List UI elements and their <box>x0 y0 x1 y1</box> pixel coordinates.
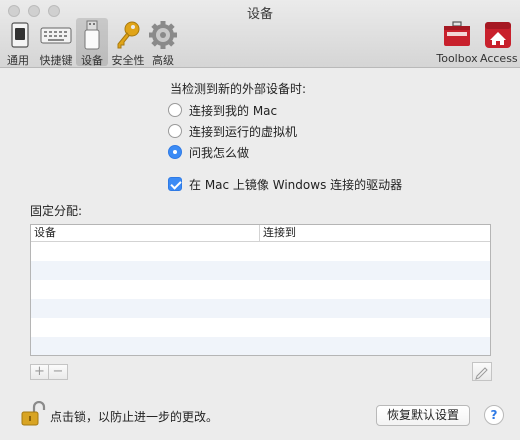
unlocked-lock-icon[interactable] <box>20 401 46 427</box>
permanent-assignment-label: 固定分配: <box>30 204 83 218</box>
toolbar-label-general: 通用 <box>7 54 29 67</box>
toolbar-label-advanced: 高级 <box>152 54 174 67</box>
table-header: 设备 连接到 <box>31 225 490 242</box>
table-row <box>31 261 490 280</box>
toolbar-item-access[interactable]: Access <box>480 18 518 66</box>
option-label: 连接到运行的虚拟机 <box>189 124 298 139</box>
toolbar-label-security: 安全性 <box>111 54 145 67</box>
gear-icon <box>149 21 177 49</box>
column-header-connect-to[interactable]: 连接到 <box>260 225 490 241</box>
toolbar-item-toolbox[interactable]: Toolbox <box>436 18 478 66</box>
general-switch-icon <box>11 22 29 48</box>
title-bar: 设备 通用 快捷键 设备 安全性 高级 Toolbox Access <box>0 0 520 68</box>
column-header-device[interactable]: 设备 <box>31 225 260 241</box>
mirror-drives-checkbox[interactable] <box>168 177 182 191</box>
assignment-table[interactable]: 设备 连接到 <box>30 224 491 356</box>
table-row <box>31 337 490 355</box>
table-row <box>31 299 490 318</box>
toolbar-label-devices: 设备 <box>81 54 103 67</box>
new-device-prompt: 当检测到新的外部设备时: <box>170 82 307 96</box>
radio-button-selected[interactable] <box>168 145 182 159</box>
toolbar-item-advanced[interactable]: 高级 <box>146 18 180 67</box>
key-icon <box>117 21 140 49</box>
remove-button[interactable]: − <box>49 364 68 380</box>
toolbar-item-devices[interactable]: 设备 <box>76 18 108 67</box>
option-label: 连接到我的 Mac <box>189 103 278 118</box>
option-label: 问我怎么做 <box>189 145 250 160</box>
radio-button[interactable] <box>168 103 182 117</box>
usb-device-icon <box>84 20 100 50</box>
table-row <box>31 280 490 299</box>
toolbar-item-general[interactable]: 通用 <box>4 18 32 67</box>
add-button[interactable]: + <box>30 364 49 380</box>
toolbox-icon <box>444 21 470 46</box>
lock-hint-text: 点击锁，以防止进一步的更改。 <box>50 410 219 424</box>
table-row <box>31 318 490 337</box>
toolbar-item-shortcuts[interactable]: 快捷键 <box>36 18 76 67</box>
list-controls: + − <box>30 364 68 380</box>
table-row <box>31 242 490 261</box>
mirror-drives-label: 在 Mac 上镜像 Windows 连接的驱动器 <box>189 177 403 192</box>
pencil-icon <box>475 367 488 380</box>
toolbar-label-toolbox: Toolbox <box>436 52 478 65</box>
restore-defaults-button[interactable]: 恢复默认设置 <box>376 405 470 426</box>
toolbar-label-access: Access <box>480 52 518 65</box>
toolbar-item-security[interactable]: 安全性 <box>110 18 146 67</box>
option-connect-to-vm[interactable]: 连接到运行的虚拟机 <box>168 122 297 140</box>
mirror-drives-checkbox-row[interactable]: 在 Mac 上镜像 Windows 连接的驱动器 <box>168 175 402 193</box>
radio-button[interactable] <box>168 124 182 138</box>
option-connect-to-mac[interactable]: 连接到我的 Mac <box>168 101 277 119</box>
keyboard-icon <box>40 27 72 44</box>
edit-button[interactable] <box>472 362 492 381</box>
help-button[interactable]: ? <box>484 405 504 425</box>
toolbar-label-shortcuts: 快捷键 <box>39 54 73 67</box>
preferences-window: 设备 通用 快捷键 设备 安全性 高级 Toolbox Access 当检测到新… <box>0 0 520 440</box>
access-icon <box>485 22 511 48</box>
option-ask-me[interactable]: 问我怎么做 <box>168 143 249 161</box>
